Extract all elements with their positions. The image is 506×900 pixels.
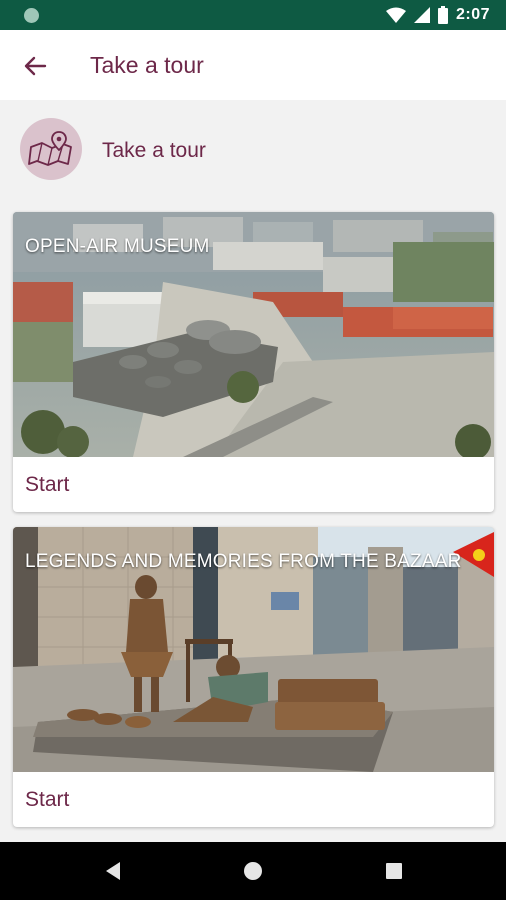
status-time: 2:07 [455, 6, 490, 23]
system-nav-bar [0, 842, 506, 900]
tour-card-open-air-museum[interactable]: OPEN-AIR MUSEUM Start [13, 212, 494, 512]
tour-title: OPEN-AIR MUSEUM [25, 236, 210, 257]
app-bar: Take a tour [0, 30, 506, 100]
section-header: Take a tour [0, 100, 506, 200]
tour-photo: LEGENDS AND MEMORIES FROM THE BAZAAR [13, 527, 494, 772]
map-pin-icon [28, 131, 72, 166]
section-label: Take a tour [102, 139, 206, 162]
page-title: Take a tour [90, 52, 204, 78]
home-circle-icon[interactable] [243, 861, 263, 881]
start-button[interactable]: Start [13, 772, 494, 827]
recents-square-icon[interactable] [384, 861, 404, 881]
tour-title: LEGENDS AND MEMORIES FROM THE BAZAAR [25, 551, 462, 572]
arrow-back-icon [24, 56, 47, 76]
map-avatar [20, 118, 82, 180]
wifi-icon [385, 7, 406, 23]
back-button[interactable] [20, 51, 50, 81]
status-icons: 2:07 [385, 5, 490, 25]
battery-icon [437, 6, 448, 24]
notification-dot-icon [24, 8, 39, 23]
tour-photo: OPEN-AIR MUSEUM [13, 212, 494, 457]
tour-card-legends-bazaar[interactable]: LEGENDS AND MEMORIES FROM THE BAZAAR Sta… [13, 527, 494, 827]
status-bar: 2:07 [0, 0, 506, 30]
signal-icon [413, 7, 430, 23]
back-triangle-icon[interactable] [104, 861, 124, 881]
start-button[interactable]: Start [13, 457, 494, 512]
